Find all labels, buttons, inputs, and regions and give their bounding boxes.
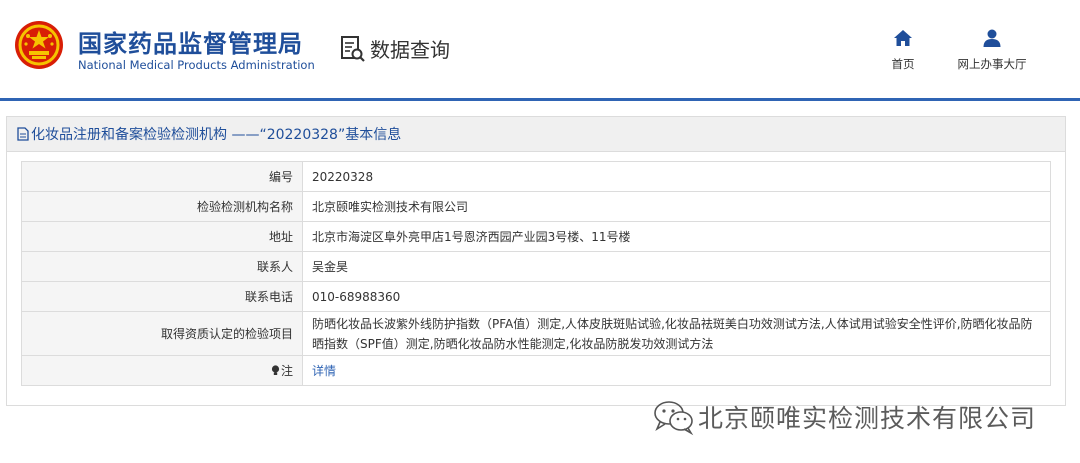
row-value: 010-68988360 (302, 281, 1051, 312)
document-search-icon (341, 35, 365, 62)
header-divider (0, 98, 1080, 101)
nav-service-hall-label: 网上办事大厅 (957, 57, 1027, 71)
row-value: 防晒化妆品长波紫外线防护指数（PFA值）测定,人体皮肤斑贴试验,化妆品祛斑美白功… (302, 311, 1051, 356)
table-row: 联系电话 010-68988360 (21, 281, 1051, 312)
table-row: 编号 20220328 (21, 161, 1051, 192)
row-label: 地址 (21, 221, 303, 252)
table-row: 联系人 吴金昊 (21, 251, 1051, 282)
row-value: 北京市海淀区阜外亮甲店1号恩济西园产业园3号楼、11号楼 (302, 221, 1051, 252)
table-row: 地址 北京市海淀区阜外亮甲店1号恩济西园产业园3号楼、11号楼 (21, 221, 1051, 252)
row-value: 北京颐唯实检测技术有限公司 (302, 191, 1051, 222)
data-query-heading[interactable]: 数据查询 (340, 34, 450, 63)
data-query-label: 数据查询 (370, 38, 450, 62)
row-label: 注 (280, 363, 293, 378)
panel-title: 化妆品注册和备案检验检测机构 ——“20220328”基本信息 (31, 127, 402, 143)
row-label: 联系电话 (21, 281, 303, 312)
brand-title-en[interactable]: National Medical Products Administration (78, 58, 315, 72)
row-label: 编号 (21, 161, 303, 192)
table-row: 取得资质认定的检验项目 防晒化妆品长波紫外线防护指数（PFA值）测定,人体皮肤斑… (21, 311, 1051, 356)
watermark: 北京颐唯实检测技术有限公司 (652, 398, 1036, 436)
table-row: 注 详情 (21, 355, 1051, 386)
row-label: 联系人 (21, 251, 303, 282)
info-table: 编号 20220328 检验检测机构名称 北京颐唯实检测技术有限公司 地址 北京… (21, 161, 1051, 386)
row-value-cell: 详情 (302, 355, 1051, 386)
site-header: 国家药品监督管理局 National Medical Products Admi… (0, 0, 1080, 98)
row-label: 检验检测机构名称 (21, 191, 303, 222)
nav-home-label: 首页 (891, 57, 915, 71)
watermark-text: 北京颐唯实检测技术有限公司 (698, 404, 1037, 433)
nav-home[interactable]: 首页 (883, 28, 923, 72)
info-panel: 化妆品注册和备案检验检测机构 ——“20220328”基本信息 编号 20220… (6, 116, 1066, 406)
table-row: 检验检测机构名称 北京颐唯实检测技术有限公司 (21, 191, 1051, 222)
home-icon (894, 30, 912, 46)
row-label: 取得资质认定的检验项目 (21, 311, 303, 356)
row-value: 20220328 (302, 161, 1051, 192)
user-icon (983, 29, 1001, 47)
wechat-icon (654, 401, 694, 436)
note-label-cell: 注 (21, 355, 303, 386)
row-value: 吴金昊 (302, 251, 1051, 282)
panel-header: 化妆品注册和备案检验检测机构 ——“20220328”基本信息 (7, 117, 1065, 152)
document-icon (17, 127, 29, 141)
nav-service-hall[interactable]: 网上办事大厅 (950, 28, 1034, 72)
brand-title-cn[interactable]: 国家药品监督管理局 (78, 24, 303, 59)
bulb-icon (271, 364, 280, 375)
details-link[interactable]: 详情 (312, 364, 336, 378)
national-emblem-icon (15, 21, 63, 69)
